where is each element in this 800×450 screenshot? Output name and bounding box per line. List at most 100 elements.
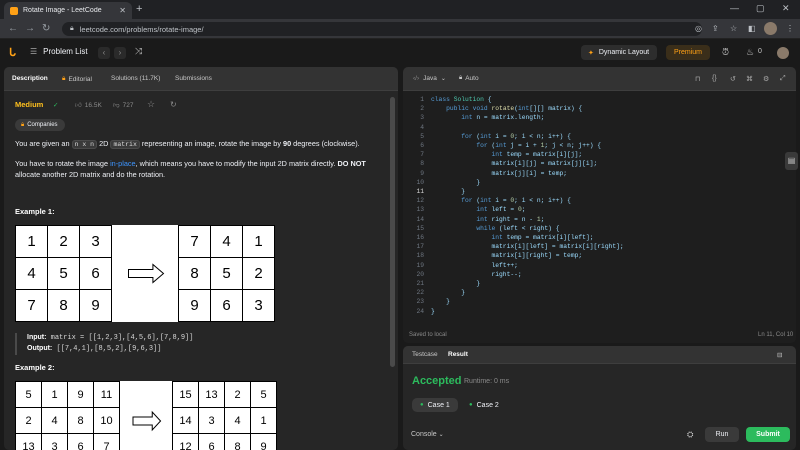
expand-icon[interactable]: ⤢ [780,75,786,83]
share-icon[interactable]: ⇪ [712,24,719,33]
tab-editorial[interactable]: 🔒︎ Editorial [62,75,92,83]
reload-icon[interactable]: ↻ [42,23,50,34]
example1-image: 123456789741852963 [15,225,277,325]
code-line[interactable]: 17 matrix[i][left] = matrix[i][right]; [403,242,796,251]
address-bar[interactable]: 🔒︎ leetcode.com/problems/rotate-image/ [62,22,702,36]
inline-code-nxn: n x n [71,140,98,149]
problem-list-button[interactable]: ☰ Problem List [30,47,88,56]
back-icon[interactable]: ← [8,23,18,34]
notes-icon[interactable]: ▤ [785,152,798,170]
dislike-count: 727 [122,101,134,109]
share-link-icon[interactable]: ↻ [170,100,177,109]
code-text: } [431,188,466,195]
code-line[interactable]: 3 int n = matrix.length; [403,113,796,122]
new-tab-icon[interactable]: + [136,3,142,15]
code-line[interactable]: 9 matrix[j][i] = temp; [403,169,796,178]
leetcode-logo-icon[interactable]: ᒐ [9,46,21,59]
premium-button[interactable]: Premium [666,45,710,60]
tab-solutions[interactable]: Solutions (11.7K) [111,75,160,82]
shuffle-icon[interactable]: ⤨ [135,46,142,57]
alarm-clock-icon[interactable]: ⏰︎ [722,47,729,58]
tab-submissions[interactable]: Submissions [175,75,212,82]
code-line[interactable]: 20 right--; [403,270,796,279]
code-line[interactable]: 12 for (int i = 0; i < n; i++) { [403,196,796,205]
code-text: while (left < right) { [476,224,560,232]
matrix-cell: 3 [79,225,112,258]
code-line[interactable]: 23 } [403,297,796,306]
p2-text-a: You have to rotate the image [15,159,111,168]
console-toggle[interactable]: Console ⌄ [411,431,444,438]
code-line[interactable]: 7 int temp = matrix[i][j]; [403,150,796,159]
streak-fire-icon[interactable]: ♨ [746,47,754,58]
run-button[interactable]: Run [705,427,739,442]
user-avatar[interactable] [777,47,789,59]
code-line[interactable]: 5 for (int i = 0; i < n; i++) { [403,132,796,141]
code-line[interactable]: 13 int left = 0; [403,205,796,214]
minimize-icon[interactable]: — [730,3,739,13]
code-line[interactable]: 24} [403,307,796,316]
matrix-cell: 4 [224,407,251,434]
profile-avatar[interactable] [764,22,777,35]
eye-off-icon[interactable]: ◎ [695,24,702,33]
in-place-link[interactable]: in-place [110,159,136,168]
code-line[interactable]: 4 [403,123,796,132]
code-line[interactable]: 16 int temp = matrix[i][left]; [403,233,796,242]
menu-kebab-icon[interactable]: ⋮ [786,24,794,33]
collapse-panel-icon[interactable]: ⊟ [777,351,782,359]
code-line[interactable]: 11 } [403,187,796,196]
code-line[interactable]: 1 class Solution { [403,95,796,104]
case-1-button[interactable]: ● Case 1 [412,398,458,412]
url-text: leetcode.com/problems/rotate-image/ [79,24,204,34]
code-line[interactable]: 2 public void rotate(int[][] matrix) { [403,104,796,113]
description-scrollbar[interactable] [390,97,395,367]
browser-tab-bar: Rotate Image - LeetCode ✕ + — ▢ ✕ [0,0,800,19]
close-tab-icon[interactable]: ✕ [119,6,126,15]
accepted-status: Accepted [412,375,462,387]
tab-description[interactable]: Description [12,75,48,82]
maximize-icon[interactable]: ▢ [756,3,765,14]
submit-button[interactable]: Submit [746,427,790,442]
code-text: public void rotate(int[][] matrix) { [446,105,583,113]
code-line[interactable]: 6 for (int j = i + 1; j < n; j++) { [403,141,796,150]
cloud-upload-icon[interactable]: ⛭ [687,430,693,440]
code-line[interactable]: 19 left++; [403,261,796,270]
companies-tag[interactable]: 🔒︎ Companies [15,119,65,131]
matrix-cell: 9 [250,433,277,450]
tab-testcase[interactable]: Testcase [412,351,438,358]
code-line[interactable]: 15 while (left < right) { [403,224,796,233]
bookmark-star-icon[interactable]: ☆ [730,24,737,33]
next-problem-icon[interactable]: › [114,47,126,59]
like-button[interactable]: 👍︎ 16.5K [75,101,102,110]
settings-gear-icon[interactable]: ⚙ [763,75,769,83]
code-text: matrix[j][i] = temp; [431,169,568,177]
shortcut-icon[interactable]: ⌘ [746,75,753,83]
prev-problem-icon[interactable]: ‹ [98,47,110,59]
result-tabs: Testcase Result ⊟ [403,346,796,364]
tab-result[interactable]: Result [448,351,468,358]
code-line[interactable]: 10 } [403,178,796,187]
lock-icon: 🔒︎ [21,121,25,128]
p1-text-d: degrees (clockwise). [291,139,360,148]
mode-select[interactable]: 🔒︎ Auto [459,75,479,82]
forward-icon[interactable]: → [25,23,35,34]
dislike-button[interactable]: 👎︎ 727 [113,101,134,110]
code-line[interactable]: 8 matrix[i][j] = matrix[j][i]; [403,159,796,168]
code-line[interactable]: 18 matrix[i][right] = temp; [403,251,796,260]
browser-tab[interactable]: Rotate Image - LeetCode ✕ [4,2,132,19]
reset-icon[interactable]: ↺ [730,75,736,83]
bookmark-icon[interactable]: ⊓ [695,75,700,83]
braces-icon[interactable]: {} [712,75,717,82]
line-number: 5 [420,132,424,140]
code-line[interactable]: 21 } [403,279,796,288]
code-line[interactable]: 22 } [403,288,796,297]
sidepanel-icon[interactable]: ◧ [748,24,756,33]
favorite-star-icon[interactable]: ☆ [147,99,155,110]
case-2-button[interactable]: ● Case 2 [461,398,507,412]
dynamic-layout-button[interactable]: ✦ Dynamic Layout [581,45,657,60]
matrix-cell: 9 [67,381,94,408]
language-select[interactable]: ‹/› Java ⌄ [413,75,446,82]
chevron-down-icon: ⌄ [438,432,444,438]
close-window-icon[interactable]: ✕ [782,3,790,14]
code-line[interactable]: 14 int right = n - 1; [403,215,796,224]
matrix-cell: 3 [242,289,275,322]
